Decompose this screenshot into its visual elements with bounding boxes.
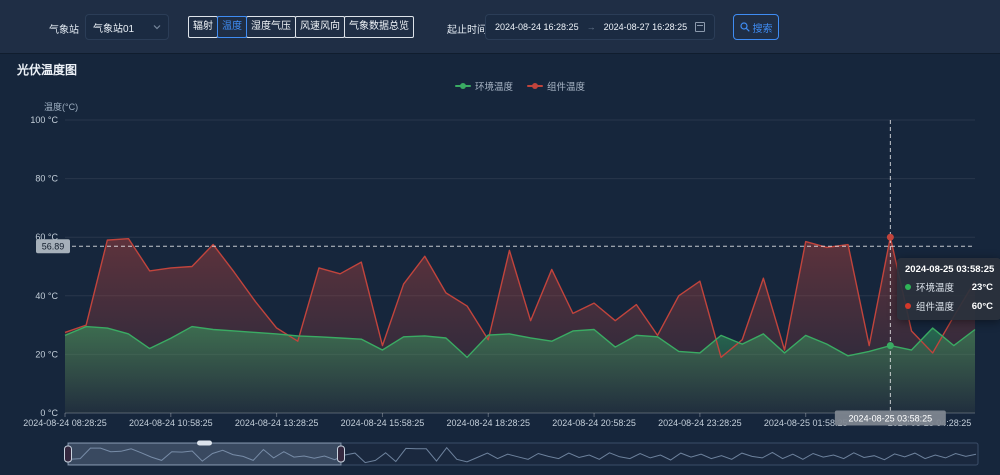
station-select-value: 气象站01 [93,20,134,35]
svg-text:2024-08-24 18:28:25: 2024-08-24 18:28:25 [446,418,530,428]
series [65,237,975,413]
search-button-label: 搜索 [753,20,773,35]
svg-text:56.89: 56.89 [42,242,65,252]
legend-marker-ambient [455,83,471,90]
tooltip-timestamp: 2024-08-25 03:58:25 [905,264,993,275]
svg-text:2024-08-24 10:58:25: 2024-08-24 10:58:25 [129,418,213,428]
end-date-input[interactable]: 2024-08-27 16:28:25 [604,22,688,32]
svg-text:2024-08-25 01:58:25: 2024-08-25 01:58:25 [764,418,848,428]
svg-text:2024-08-25 03:58:25: 2024-08-25 03:58:25 [849,414,933,424]
station-label: 气象站 [49,21,79,36]
legend: 环境温度 组件温度 [455,79,585,93]
module-temperature-line [65,237,975,357]
svg-text:2024-08-24 23:28:25: 2024-08-24 23:28:25 [658,418,742,428]
svg-text:40 °C: 40 °C [35,291,58,301]
tooltip-value-module: 60°C [972,301,993,312]
tooltip-label-module: 组件温度 [916,299,954,313]
datazoom-handle-left[interactable] [65,446,72,462]
top-toolbar: 气象站 气象站01 辐射 温度 湿度气压 风速风向 气象数据总览 起止时间 20… [0,0,1000,54]
crosshair-point-ambient [887,342,894,349]
date-range-arrow: → [587,22,596,32]
tooltip-row-ambient: 环境温度 23°C [905,280,993,294]
tab-wind-speed-direction[interactable]: 风速风向 [295,16,345,38]
green-dot-icon [905,284,911,290]
svg-text:2024-08-24 08:28:25: 2024-08-24 08:28:25 [23,418,107,428]
tooltip-label-ambient: 环境温度 [916,280,954,294]
tooltip-row-module: 组件温度 60°C [905,299,993,313]
svg-text:60 °C: 60 °C [35,232,58,242]
tab-humidity-pressure[interactable]: 湿度气压 [246,16,296,38]
y-axis-pointer-label [36,239,70,253]
crosshair-point-module [887,234,894,241]
legend-marker-module [527,83,543,90]
svg-text:2024-08-25 04:28:25: 2024-08-25 04:28:25 [888,418,972,428]
chevron-down-icon [153,24,161,30]
crosshair: 56.89 2024-08-25 03:58:25 [36,120,975,426]
datazoom-slider [65,441,979,466]
datazoom-window[interactable] [68,443,341,465]
pv-temperature-chart: 0 °C 20 °C 40 °C 60 °C 80 °C 100 °C 2024-08-24… [0,0,1000,475]
chart-tooltip: 2024-08-25 03:58:25 环境温度 23°C 组件温度 60°C [897,258,1000,320]
start-date-input[interactable]: 2024-08-24 16:28:25 [495,22,579,32]
datazoom-handle-right[interactable] [338,446,345,462]
tooltip-value-ambient: 23°C [972,282,993,293]
svg-text:100 °C: 100 °C [30,115,58,125]
y-axis-name: 温度(°C) [44,100,78,113]
svg-text:20 °C: 20 °C [35,349,58,359]
calendar-icon[interactable] [695,22,705,32]
legend-item[interactable]: 环境温度 [455,79,513,93]
search-icon [740,22,750,32]
x-axis-pointer-label [835,411,946,426]
tab-weather-data-overview[interactable]: 气象数据总览 [344,16,414,38]
datazoom-move-handle[interactable] [197,441,212,446]
legend-item[interactable]: 组件温度 [527,79,585,93]
svg-text:2024-08-24 20:58:25: 2024-08-24 20:58:25 [552,418,636,428]
tab-radiation[interactable]: 辐射 [188,16,218,38]
svg-text:2024-08-24 15:58:25: 2024-08-24 15:58:25 [341,418,425,428]
tab-temperature[interactable]: 温度 [217,16,247,38]
svg-text:2024-08-24 13:28:25: 2024-08-24 13:28:25 [235,418,319,428]
x-axis: 2024-08-24 08:28:25 2024-08-24 10:58:25 20… [23,413,971,428]
grid: 0 °C 20 °C 40 °C 60 °C 80 °C 100 °C [30,115,975,418]
tab-group: 辐射 温度 湿度气压 风速风向 气象数据总览 [188,16,414,38]
legend-label-ambient: 环境温度 [475,79,513,93]
chart-title: 光伏温度图 [17,61,77,78]
legend-label-module: 组件温度 [547,79,585,93]
svg-text:0 °C: 0 °C [40,408,58,418]
svg-text:80 °C: 80 °C [35,174,58,184]
station-select[interactable]: 气象站01 [85,14,169,40]
date-range-label: 起止时间 [447,21,487,36]
date-range-picker[interactable]: 2024-08-24 16:28:25 → 2024-08-27 16:28:2… [485,14,715,40]
red-dot-icon [905,303,911,309]
ambient-temperature-line [65,327,975,358]
search-button[interactable]: 搜索 [733,14,779,40]
